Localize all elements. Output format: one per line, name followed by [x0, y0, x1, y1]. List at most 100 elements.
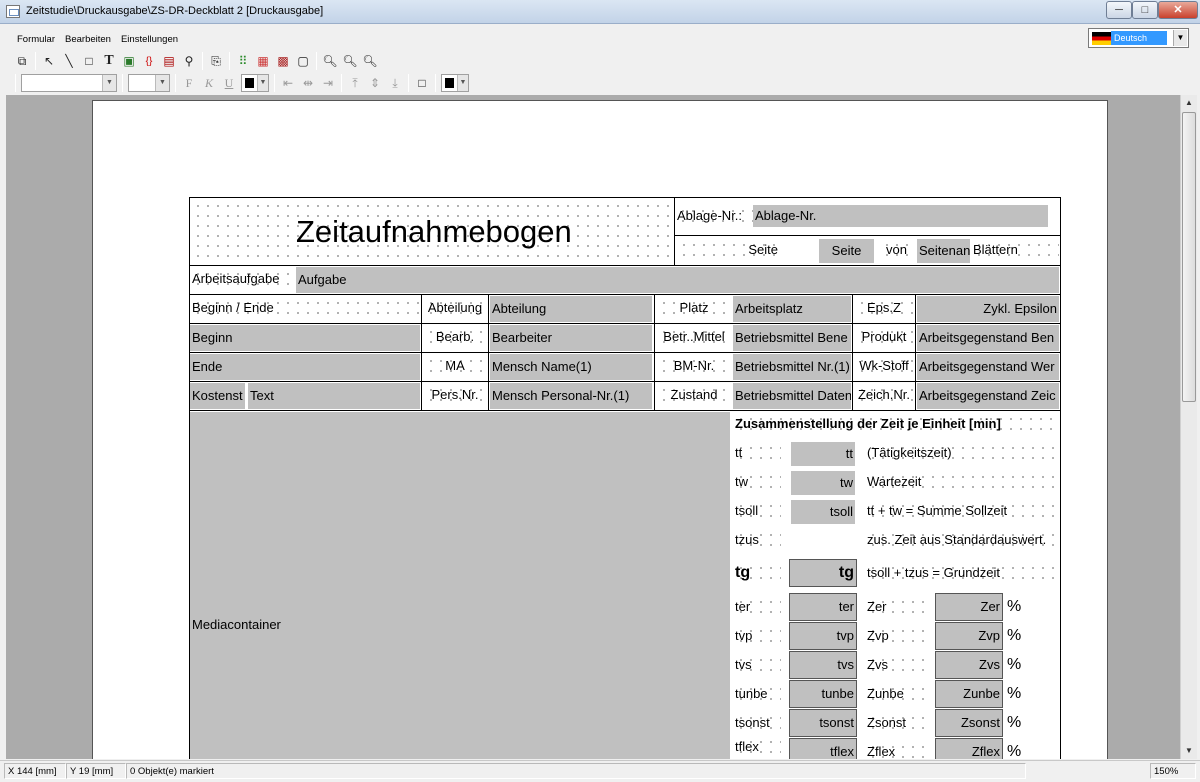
fill-color-picker[interactable]: ▼ — [441, 74, 469, 92]
arbeitsplatz-field[interactable]: Arbeitsplatz — [733, 296, 851, 322]
minimize-button[interactable]: ─ — [1106, 1, 1132, 19]
vertical-scrollbar[interactable]: ▲ ▼ — [1180, 95, 1197, 759]
aufgabe-field[interactable]: Aufgabe — [296, 267, 1059, 293]
chevron-down-icon[interactable]: ▼ — [457, 75, 468, 91]
tzus-label[interactable]: tzus — [733, 527, 781, 553]
tw-label[interactable]: tw — [733, 469, 781, 495]
kostenst-field[interactable]: Kostenst — [190, 383, 245, 409]
zunbe-label[interactable]: Zunbe — [865, 681, 929, 707]
bearb-label[interactable]: Bearb. — [423, 324, 487, 350]
border-icon[interactable]: □ — [412, 73, 432, 93]
von-label[interactable]: von — [879, 237, 914, 263]
table-tool-icon[interactable]: ▤ — [159, 51, 179, 71]
tt-label[interactable]: tt — [733, 440, 781, 466]
tsoll-description[interactable]: tt + tw = Summe Sollzeit — [865, 498, 1059, 524]
align-top-icon[interactable]: ⤒ — [345, 73, 365, 93]
ter-field[interactable]: ter — [789, 593, 857, 621]
tw-description[interactable]: Wartezeit — [865, 469, 1059, 495]
align-middle-icon[interactable]: ⇕ — [365, 73, 385, 93]
tg-label[interactable]: tg — [733, 560, 781, 586]
zvs-label[interactable]: Zvs — [865, 652, 929, 678]
align-right-icon[interactable]: ⇥ — [318, 73, 338, 93]
image-tool-icon[interactable]: ▣ — [119, 51, 139, 71]
chevron-down-icon[interactable]: ▼ — [257, 75, 268, 91]
tflex-label[interactable]: tflex — [733, 734, 781, 759]
tg-description[interactable]: tsoll + tzus = Grundzeit — [865, 560, 1059, 586]
arbeitsgegenstand-ben-field[interactable]: Arbeitsgegenstand Ben — [917, 325, 1059, 351]
seite-label[interactable]: Seite — [676, 237, 780, 263]
persnr-label[interactable]: Pers.Nr. — [423, 382, 487, 408]
summary-title[interactable]: Zusammenstellung der Zeit je Einheit [mi… — [733, 411, 1059, 437]
zykl-epsilon-field[interactable]: Zykl. Epsilon — [917, 296, 1059, 322]
zustand-label[interactable]: Zustand — [656, 382, 732, 408]
close-button[interactable]: ✕ — [1158, 1, 1198, 19]
menu-einstellungen[interactable]: Einstellungen — [116, 30, 183, 48]
tsonst-field[interactable]: tsonst — [789, 709, 857, 737]
rectangle-tool-icon[interactable]: □ — [79, 51, 99, 71]
underline-button[interactable]: U — [219, 73, 239, 93]
font-size-combo[interactable]: ▼ — [128, 74, 170, 92]
text-color-picker[interactable]: ▼ — [241, 74, 269, 92]
menu-formular[interactable]: Formular — [12, 30, 60, 48]
tunbe-label[interactable]: tunbe — [733, 681, 781, 707]
tvp-label[interactable]: tvp — [733, 623, 781, 649]
bmnr-label[interactable]: BM-Nr. — [656, 353, 732, 379]
chevron-down-icon[interactable]: ▼ — [1173, 30, 1187, 46]
zoom-in-icon[interactable]: 🔍︎ — [320, 51, 340, 71]
text-field[interactable]: Text — [248, 383, 420, 409]
ablage-label[interactable]: Ablage-Nr.: — [675, 203, 753, 229]
grid-lines-icon[interactable]: ▦ — [253, 51, 273, 71]
maximize-button[interactable]: □ — [1132, 1, 1158, 19]
zoom-fit-icon[interactable]: 🔍︎ — [360, 51, 380, 71]
form-title[interactable]: Zeitaufnahmebogen — [190, 198, 674, 265]
tw-field[interactable]: tw — [791, 471, 855, 495]
tsoll-label[interactable]: tsoll — [733, 498, 781, 524]
tsoll-field[interactable]: tsoll — [791, 500, 855, 524]
scroll-up-icon[interactable]: ▲ — [1181, 95, 1197, 111]
language-select[interactable]: Deutsch ▼ — [1088, 28, 1189, 48]
arbeitsgegenstand-wer-field[interactable]: Arbeitsgegenstand Wer — [917, 354, 1059, 380]
produkt-label[interactable]: Produkt — [854, 324, 914, 350]
scroll-thumb[interactable] — [1182, 112, 1196, 402]
tt-field[interactable]: tt — [791, 442, 855, 466]
betriebsmittel-nr-field[interactable]: Betriebsmittel Nr.(1) — [733, 354, 851, 380]
zer-label[interactable]: Zer — [865, 594, 929, 620]
ma-label[interactable]: MA — [423, 353, 487, 379]
platz-label[interactable]: Platz — [656, 295, 732, 321]
zeichnr-label[interactable]: Zeich.Nr. — [854, 382, 914, 408]
tvs-field[interactable]: tvs — [789, 651, 857, 679]
tt-description[interactable]: (Tätigkeitszeit) — [865, 440, 1059, 466]
italic-button[interactable]: K — [199, 73, 219, 93]
tunbe-field[interactable]: tunbe — [789, 680, 857, 708]
arbeitsgegenstand-zeic-field[interactable]: Arbeitsgegenstand Zeic — [917, 383, 1059, 409]
text-tool-icon[interactable]: T — [99, 51, 119, 71]
tsonst-label[interactable]: tsonst — [733, 710, 781, 736]
scroll-down-icon[interactable]: ▼ — [1181, 743, 1197, 759]
chevron-down-icon[interactable]: ▼ — [102, 75, 116, 91]
copy-icon[interactable]: ⎘ — [206, 51, 226, 71]
line-tool-icon[interactable]: ╲ — [59, 51, 79, 71]
field-tool-icon[interactable]: {} — [139, 51, 159, 71]
design-workspace[interactable]: Zeitaufnahmebogen Ablage-Nr.: Ablage-Nr.… — [6, 95, 1180, 759]
epsz-label[interactable]: Eps.Z — [854, 295, 914, 321]
tvp-field[interactable]: tvp — [789, 622, 857, 650]
ablage-field[interactable]: Ablage-Nr. — [753, 205, 1048, 227]
mensch-name-field[interactable]: Mensch Name(1) — [490, 354, 652, 380]
tg-field[interactable]: tg — [789, 559, 857, 587]
beginn-field[interactable]: Beginn — [190, 325, 420, 351]
arbeitsaufgabe-label[interactable]: Arbeitsaufgabe — [190, 266, 294, 292]
bold-button[interactable]: F — [179, 73, 199, 93]
grid-dots-icon[interactable]: ⠿ — [233, 51, 253, 71]
align-bottom-icon[interactable]: ⤓ — [385, 73, 405, 93]
betriebsmittel-daten-field[interactable]: Betriebsmittel Daten — [733, 383, 851, 409]
object-properties-icon[interactable]: ⧉ — [12, 51, 32, 71]
design-page[interactable]: Zeitaufnahmebogen Ablage-Nr.: Ablage-Nr.… — [92, 100, 1108, 759]
menu-bearbeiten[interactable]: Bearbeiten — [60, 30, 116, 48]
zunbe-field[interactable]: Zunbe — [935, 680, 1003, 708]
barcode-tool-icon[interactable]: ⚲ — [179, 51, 199, 71]
chevron-down-icon[interactable]: ▼ — [155, 75, 169, 91]
ende-field[interactable]: Ende — [190, 354, 420, 380]
align-left-icon[interactable]: ⇤ — [278, 73, 298, 93]
mediacontainer[interactable]: Mediacontainer — [190, 412, 730, 759]
betriebsmittel-bene-field[interactable]: Betriebsmittel Bene — [733, 325, 851, 351]
